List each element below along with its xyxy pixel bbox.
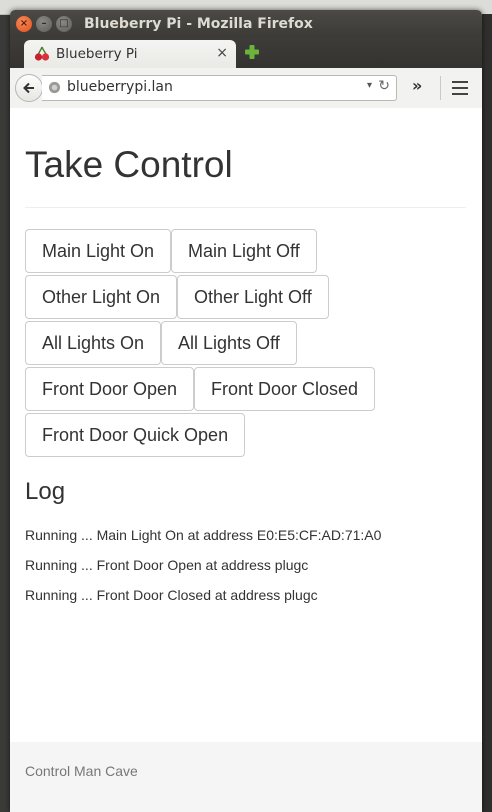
other-light-off-button[interactable]: Other Light Off <box>177 275 329 319</box>
title-bar: × – □ Blueberry Pi - Mozilla Firefox <box>10 10 482 38</box>
window-minimize-button[interactable]: – <box>36 16 52 32</box>
url-history-dropdown-icon[interactable]: ▾ <box>367 80 372 91</box>
toolbar-overflow-button[interactable]: » <box>412 76 422 95</box>
front-door-open-button[interactable]: Front Door Open <box>25 367 195 411</box>
all-lights-on-button[interactable]: All Lights On <box>25 321 162 365</box>
navigation-toolbar: blueberrypi.lan ▾ ↻ » <box>10 68 482 109</box>
window-close-button[interactable]: × <box>16 16 32 32</box>
url-bar[interactable]: blueberrypi.lan ▾ ↻ <box>42 75 397 101</box>
all-lights-off-button[interactable]: All Lights Off <box>161 321 297 365</box>
cherry-favicon-icon <box>34 46 50 61</box>
url-text: blueberrypi.lan <box>67 79 173 95</box>
other-light-on-button[interactable]: Other Light On <box>25 275 178 319</box>
title-divider <box>25 207 466 208</box>
log-line: Running ... Front Door Open at address p… <box>25 557 309 573</box>
arrow-left-icon <box>23 82 34 94</box>
desktop-edge <box>482 14 492 812</box>
footer-text: Control Man Cave <box>25 763 138 779</box>
main-light-off-button[interactable]: Main Light Off <box>171 229 317 273</box>
front-door-closed-button[interactable]: Front Door Closed <box>194 367 376 411</box>
hamburger-menu-icon[interactable] <box>452 81 468 99</box>
page-content: Take Control Main Light On Main Light Of… <box>10 108 482 812</box>
log-line: Running ... Front Door Closed at address… <box>25 587 318 603</box>
log-heading: Log <box>25 478 66 505</box>
window-title: Blueberry Pi - Mozilla Firefox <box>84 16 313 32</box>
front-door-quick-open-button[interactable]: Front Door Quick Open <box>25 413 246 457</box>
globe-icon <box>48 81 61 94</box>
browser-window: × – □ Blueberry Pi - Mozilla Firefox Blu… <box>10 10 482 812</box>
tab-strip: Blueberry Pi × <box>10 38 482 68</box>
back-button[interactable] <box>15 74 43 102</box>
page-footer: Control Man Cave <box>10 742 482 812</box>
new-tab-button[interactable] <box>244 44 260 60</box>
page-title: Take Control <box>25 144 233 185</box>
toolbar-separator <box>440 76 441 100</box>
tab-close-button[interactable]: × <box>216 45 228 61</box>
window-maximize-button[interactable]: □ <box>56 16 72 32</box>
tab-title: Blueberry Pi <box>56 46 138 62</box>
tab-blueberry-pi[interactable]: Blueberry Pi × <box>24 40 236 68</box>
main-light-on-button[interactable]: Main Light On <box>25 229 172 273</box>
reload-icon[interactable]: ↻ <box>378 78 390 94</box>
log-line: Running ... Main Light On at address E0:… <box>25 527 382 543</box>
